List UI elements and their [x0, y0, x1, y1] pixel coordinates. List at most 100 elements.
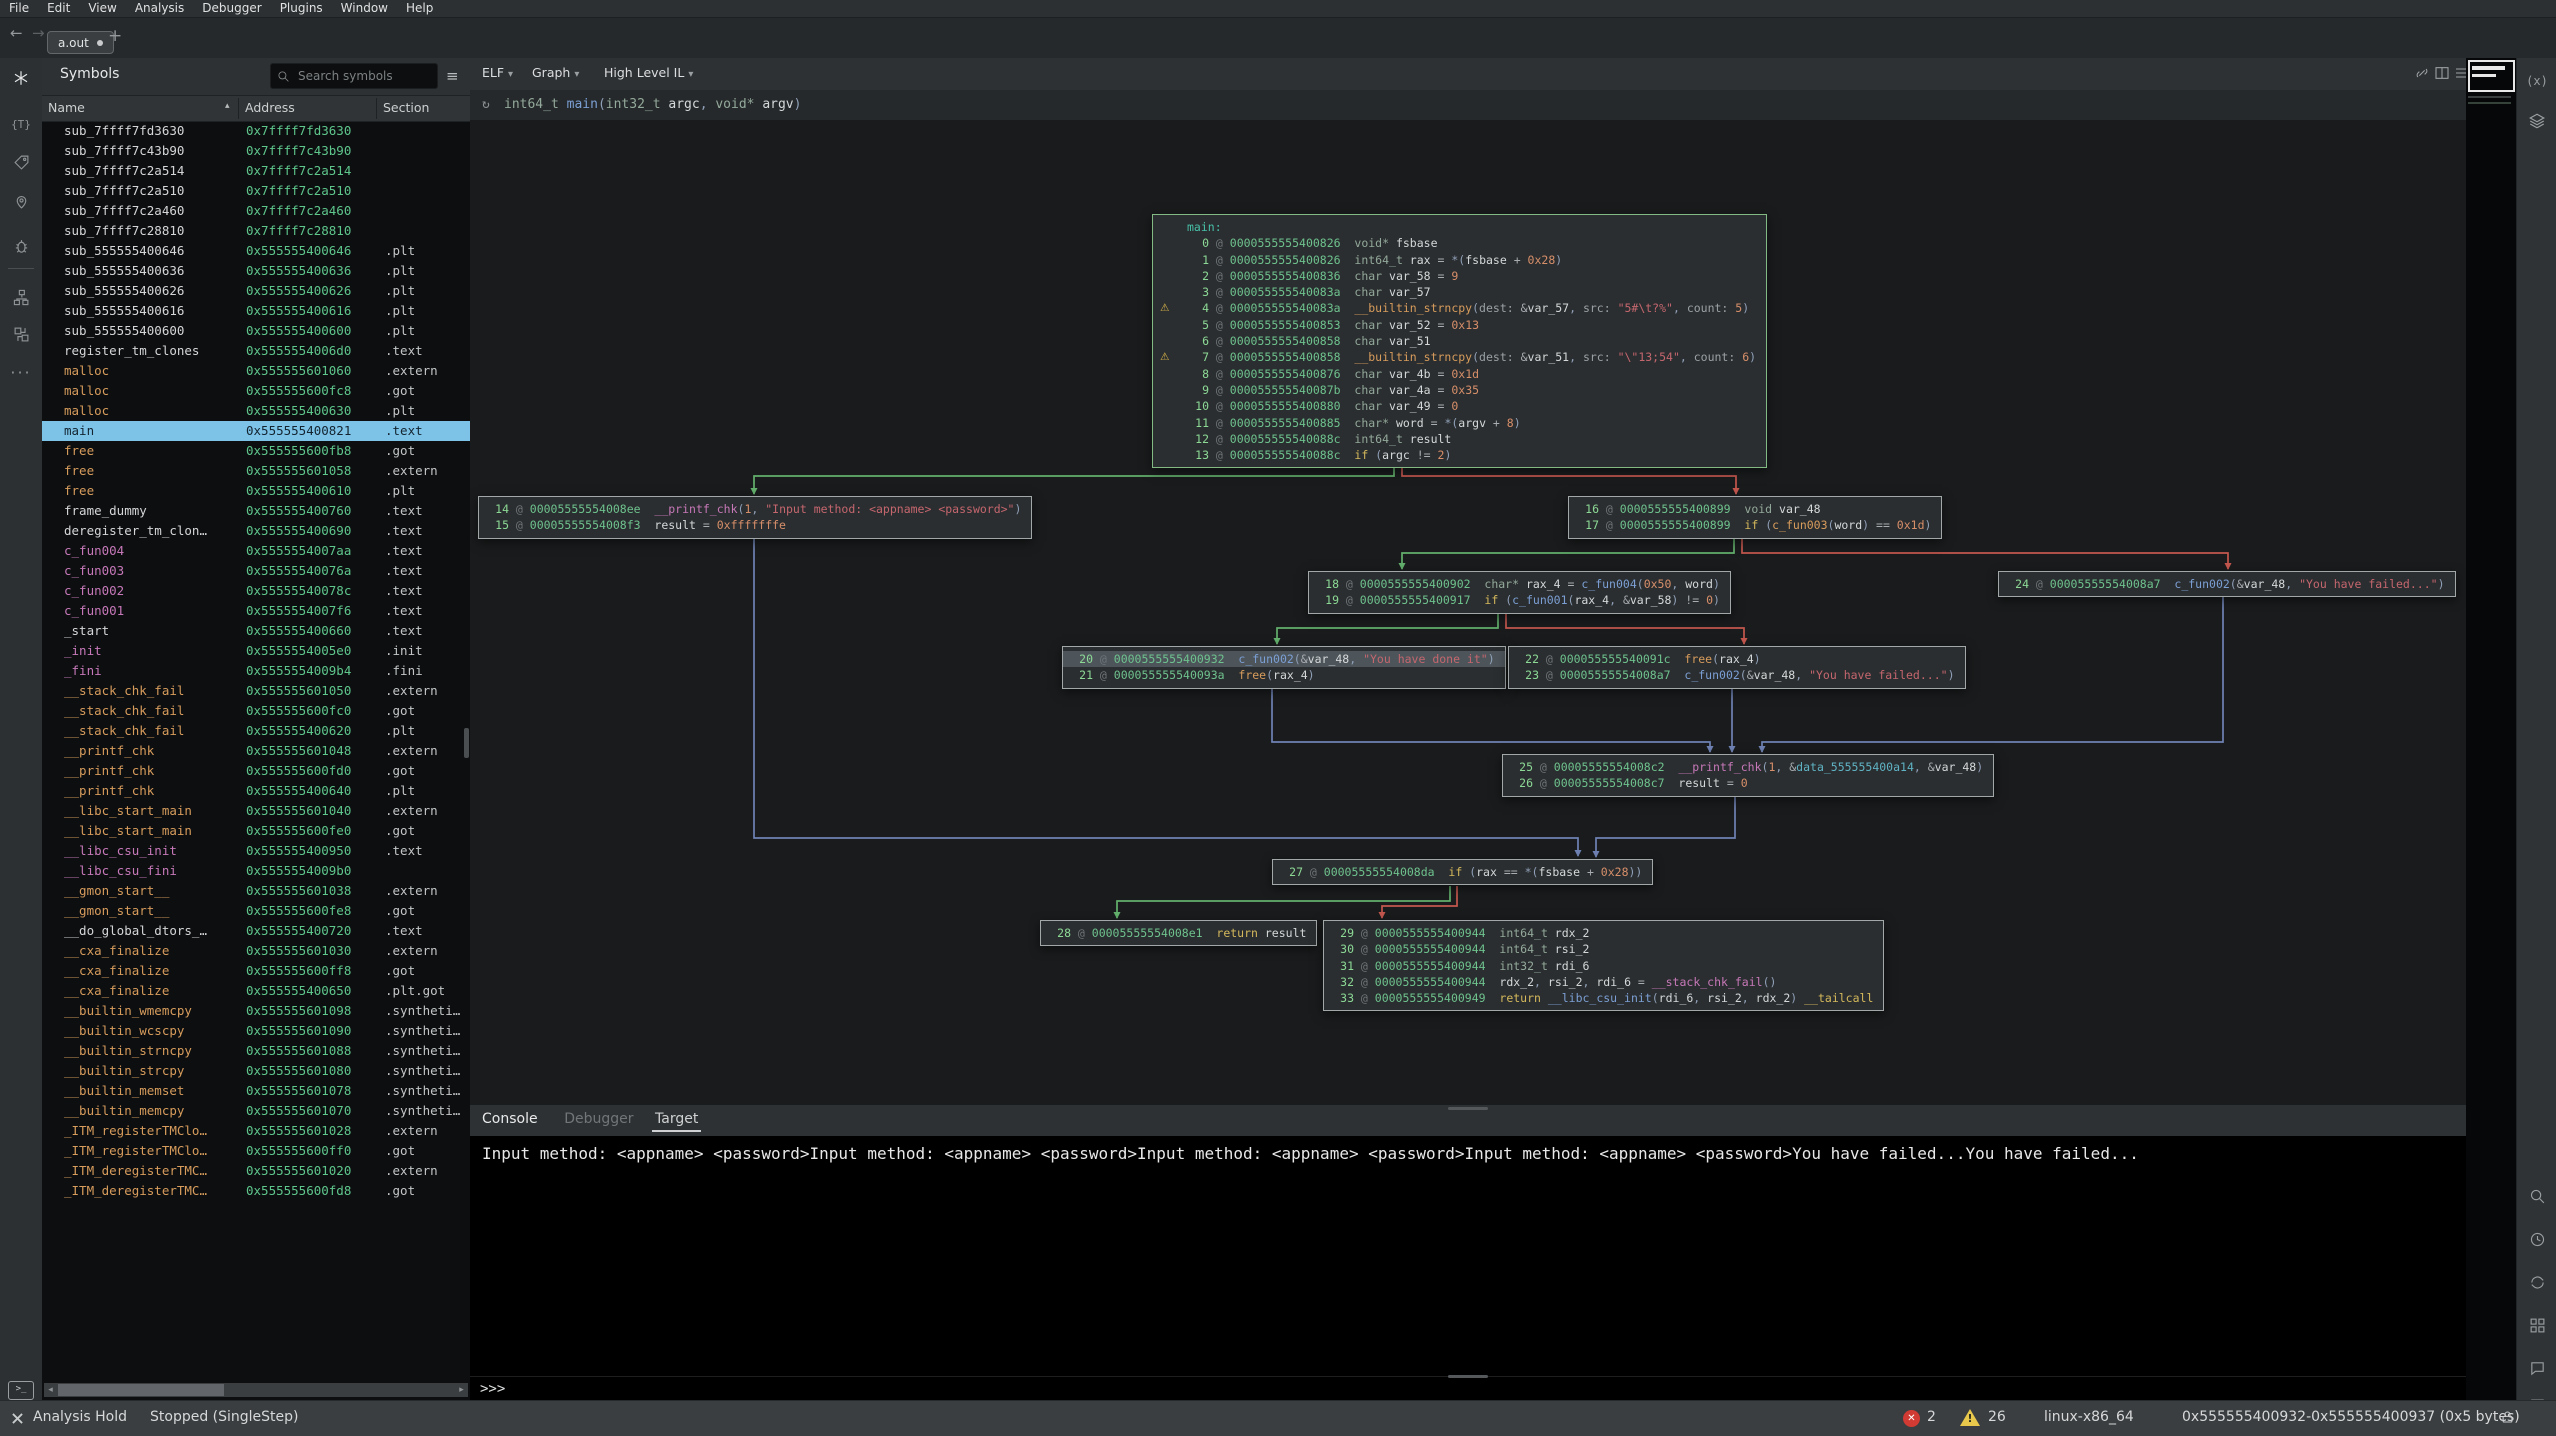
menu-item-debugger[interactable]: Debugger [193, 0, 270, 17]
errors-icon[interactable]: ✕ [1903, 1410, 1920, 1427]
code-line[interactable]: 5 @ 0000555555400853 char var_52 = 0x13 [1153, 317, 1766, 333]
code-line[interactable]: 27 @ 00005555554008da if (rax == *(fsbas… [1273, 864, 1652, 880]
table-row[interactable]: sub_5555554006260x555555400626.plt [42, 281, 470, 301]
warning-count[interactable]: 26 [1988, 1409, 2006, 1425]
table-row[interactable]: sub_7ffff7c43b900x7ffff7c43b90 [42, 141, 470, 161]
code-line[interactable]: 19 @ 0000555555400917 if (c_fun001(rax_4… [1309, 592, 1730, 608]
table-row[interactable]: __stack_chk_fail0x555555600fc0.got [42, 701, 470, 721]
table-row[interactable]: _ITM_registerTMClo…0x555555601028.extern [42, 1121, 470, 1141]
table-row[interactable]: _ITM_deregisterTMC…0x555555601020.extern [42, 1161, 470, 1181]
code-line[interactable]: 6 @ 0000555555400858 char var_51 [1153, 333, 1766, 349]
menu-item-analysis[interactable]: Analysis [126, 0, 193, 17]
code-line[interactable]: 23 @ 00005555554008a7 c_fun002(&var_48, … [1509, 667, 1965, 683]
code-line[interactable]: 28 @ 00005555554008e1 return result [1041, 925, 1316, 941]
history-panel-icon[interactable] [2526, 1228, 2548, 1250]
splitter-handle[interactable] [1448, 1375, 1488, 1378]
code-line[interactable]: 25 @ 00005555554008c2 __printf_chk(1, &d… [1503, 759, 1993, 775]
find-panel-icon[interactable] [2526, 1185, 2548, 1207]
code-line[interactable]: 18 @ 0000555555400902 char* rax_4 = c_fu… [1309, 576, 1730, 592]
code-line[interactable]: 22 @ 000055555540091c free(rax_4) [1509, 651, 1965, 667]
console-tab-console[interactable]: Console [482, 1111, 538, 1127]
table-row[interactable]: __libc_csu_init0x555555400950.text [42, 841, 470, 861]
code-line[interactable]: 20 @ 0000555555400932 c_fun002(&var_48, … [1063, 651, 1505, 667]
console-prompt[interactable]: >>> [470, 1376, 2466, 1400]
graph-node-b25[interactable]: 25 @ 00005555554008c2 __printf_chk(1, &d… [1502, 754, 1994, 797]
table-row[interactable]: sub_7ffff7c2a5100x7ffff7c2a510 [42, 181, 470, 201]
table-row[interactable]: main0x555555400821.text [42, 421, 470, 441]
panel-menu-icon[interactable]: ≡ [446, 67, 459, 85]
table-row[interactable]: __gmon_start__0x555555601038.extern [42, 881, 470, 901]
code-line[interactable]: 9 @ 000055555540087b char var_4a = 0x35 [1153, 382, 1766, 398]
table-row[interactable]: sub_5555554006000x555555400600.plt [42, 321, 470, 341]
code-line[interactable]: 1 @ 0000555555400826 int64_t rax = *(fsb… [1153, 252, 1766, 268]
table-row[interactable]: c_fun0030x55555540076a.text [42, 561, 470, 581]
graph-node-b22[interactable]: 22 @ 000055555540091c free(rax_4)23 @ 00… [1508, 646, 1966, 689]
table-row[interactable]: __builtin_strncpy0x555555601088.syntheti… [42, 1041, 470, 1061]
format-selector[interactable]: ELF ▾ [482, 65, 513, 80]
feature-map[interactable] [2466, 58, 2516, 1400]
table-row[interactable]: __libc_start_main0x555555600fe0.got [42, 821, 470, 841]
table-row[interactable]: malloc0x555555600fc8.got [42, 381, 470, 401]
terminal-icon[interactable]: >_ [8, 1381, 34, 1400]
symbols-panel-icon[interactable] [9, 66, 33, 90]
code-line[interactable]: 15 @ 00005555554008f3 result = 0xfffffff… [479, 517, 1031, 533]
graph-node-b14[interactable]: 14 @ 00005555554008ee __printf_chk(1, "I… [478, 496, 1032, 539]
split-view-icon[interactable] [2434, 65, 2452, 83]
layers-panel-icon[interactable] [2526, 110, 2548, 132]
code-line[interactable]: 12 @ 000055555540088c int64_t result [1153, 431, 1766, 447]
code-line[interactable]: 21 @ 000055555540093a free(rax_4) [1063, 667, 1505, 683]
table-row[interactable]: _init0x5555554005e0.init [42, 641, 470, 661]
code-line[interactable]: 8 @ 0000555555400876 char var_4b = 0x1d [1153, 366, 1766, 382]
table-row[interactable]: __builtin_strcpy0x555555601080.syntheti… [42, 1061, 470, 1081]
more-panels-icon[interactable]: ··· [9, 360, 33, 384]
types-panel-icon[interactable]: {T} [9, 112, 33, 136]
horizontal-scrollbar-thumb[interactable] [58, 1384, 224, 1396]
code-line[interactable]: ⚠7 @ 0000555555400858 __builtin_strncpy(… [1153, 349, 1766, 365]
code-line[interactable]: 32 @ 0000555555400944 rdx_2, rsi_2, rdi_… [1324, 974, 1883, 990]
new-tab-button[interactable]: + [108, 26, 122, 46]
table-row[interactable]: c_fun0040x5555554007aa.text [42, 541, 470, 561]
column-header-name[interactable]: Name [48, 100, 85, 115]
code-line[interactable]: 2 @ 0000555555400836 char var_58 = 9 [1153, 268, 1766, 284]
table-row[interactable]: __gmon_start__0x555555600fe8.got [42, 901, 470, 921]
table-row[interactable]: __builtin_wcscpy0x555555601090.syntheti… [42, 1021, 470, 1041]
scroll-left-icon[interactable]: ◂ [44, 1383, 57, 1397]
tags-panel-icon[interactable] [9, 150, 33, 174]
expressions-panel-icon[interactable]: (x) [2526, 70, 2548, 92]
table-row[interactable]: malloc0x555555601060.extern [42, 361, 470, 381]
table-row[interactable]: frame_dummy0x555555400760.text [42, 501, 470, 521]
table-row[interactable]: _fini0x5555554009b4.fini [42, 661, 470, 681]
code-line[interactable]: 11 @ 0000555555400885 char* word = *(arg… [1153, 415, 1766, 431]
table-row[interactable]: register_tm_clones0x5555554006d0.text [42, 341, 470, 361]
table-row[interactable]: __printf_chk0x555555601048.extern [42, 741, 470, 761]
debugger-panel-icon[interactable] [9, 234, 33, 258]
nav-back-icon[interactable]: ← [10, 24, 23, 42]
table-row[interactable]: __libc_start_main0x555555601040.extern [42, 801, 470, 821]
table-row[interactable]: c_fun0010x5555554007f6.text [42, 601, 470, 621]
document-tab[interactable]: a.out [47, 31, 114, 54]
table-row[interactable]: __cxa_finalize0x555555600ff8.got [42, 961, 470, 981]
table-row[interactable]: malloc0x555555400630.plt [42, 401, 470, 421]
code-line[interactable]: 3 @ 000055555540083a char var_57 [1153, 284, 1766, 300]
table-row[interactable]: deregister_tm_clon…0x555555400690.text [42, 521, 470, 541]
table-row[interactable]: __stack_chk_fail0x555555400620.plt [42, 721, 470, 741]
graph-node-b20[interactable]: 20 @ 0000555555400932 c_fun002(&var_48, … [1062, 646, 1506, 689]
code-line[interactable]: 13 @ 000055555540088c if (argc != 2) [1153, 447, 1766, 463]
stack-panel-icon[interactable] [9, 322, 33, 346]
link-icon[interactable] [2414, 65, 2432, 83]
table-row[interactable]: c_fun0020x55555540078c.text [42, 581, 470, 601]
table-row[interactable]: __builtin_memcpy0x555555601070.syntheti… [42, 1101, 470, 1121]
view-type-selector[interactable]: Graph ▾ [532, 65, 579, 80]
table-row[interactable]: sub_5555554006160x555555400616.plt [42, 301, 470, 321]
graph-node-b28[interactable]: 28 @ 00005555554008e1 return result [1040, 920, 1317, 946]
table-row[interactable]: __builtin_wmemcpy0x555555601098.syntheti… [42, 1001, 470, 1021]
code-line[interactable]: ⚠4 @ 000055555540083a __builtin_strncpy(… [1153, 300, 1766, 316]
scroll-right-icon[interactable]: ▸ [455, 1383, 468, 1397]
table-row[interactable]: free0x555555400610.plt [42, 481, 470, 501]
code-line[interactable]: 10 @ 0000555555400880 char var_49 = 0 [1153, 398, 1766, 414]
table-row[interactable]: sub_7ffff7c2a4600x7ffff7c2a460 [42, 201, 470, 221]
code-line[interactable]: 24 @ 00005555554008a7 c_fun002(&var_48, … [1999, 576, 2455, 592]
column-header-section[interactable]: Section [383, 100, 429, 115]
table-row[interactable]: sub_5555554006360x555555400636.plt [42, 261, 470, 281]
code-line[interactable]: 14 @ 00005555554008ee __printf_chk(1, "I… [479, 501, 1031, 517]
